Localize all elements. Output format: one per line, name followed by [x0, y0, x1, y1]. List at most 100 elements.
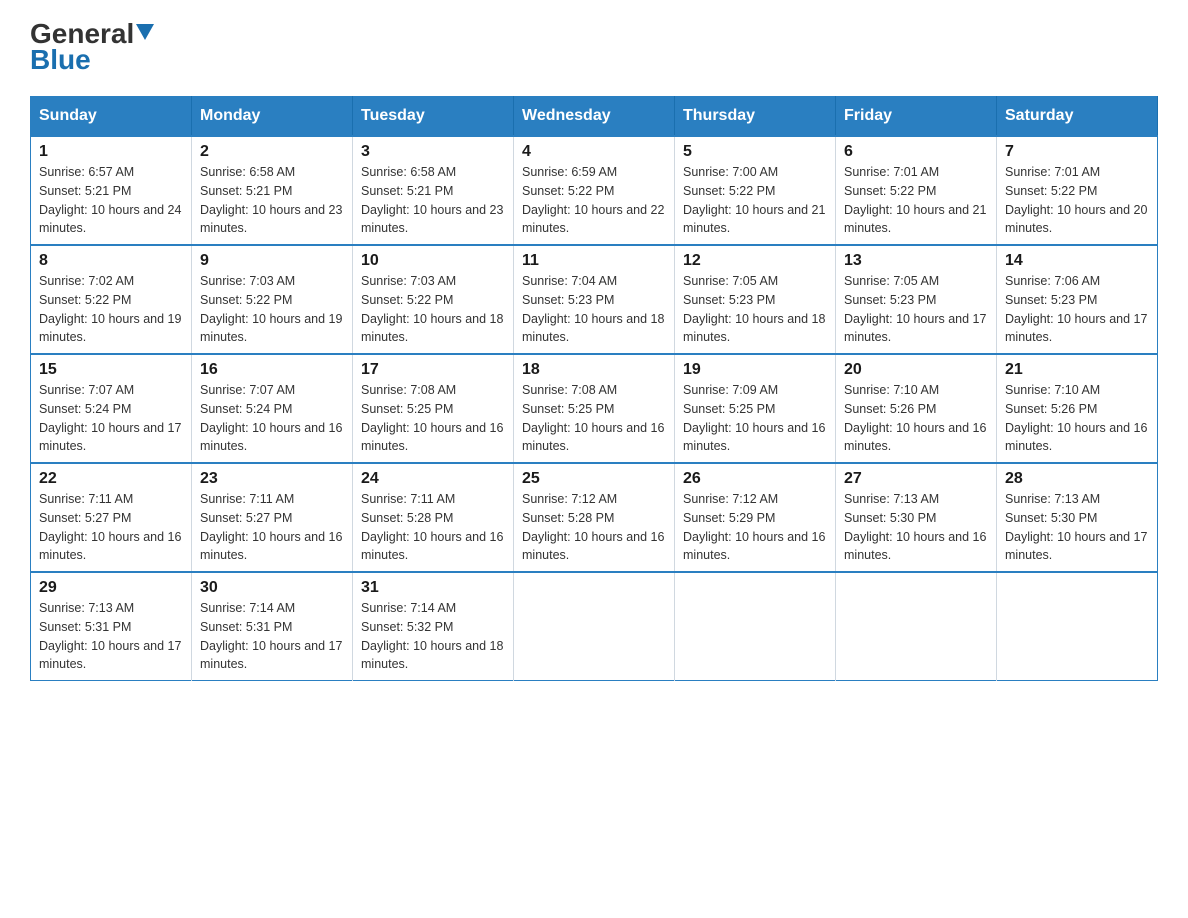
- column-header-thursday: Thursday: [675, 97, 836, 137]
- week-row-5: 29 Sunrise: 7:13 AM Sunset: 5:31 PM Dayl…: [31, 572, 1158, 681]
- day-info: Sunrise: 7:00 AM Sunset: 5:22 PM Dayligh…: [683, 163, 827, 238]
- page-header: General Blue: [30, 20, 1158, 76]
- calendar-cell: 11 Sunrise: 7:04 AM Sunset: 5:23 PM Dayl…: [514, 245, 675, 354]
- day-number: 14: [1005, 252, 1149, 270]
- day-info: Sunrise: 7:10 AM Sunset: 5:26 PM Dayligh…: [1005, 381, 1149, 456]
- day-number: 28: [1005, 470, 1149, 488]
- day-info: Sunrise: 7:10 AM Sunset: 5:26 PM Dayligh…: [844, 381, 988, 456]
- calendar-cell: [836, 572, 997, 681]
- day-number: 9: [200, 252, 344, 270]
- calendar-cell: 30 Sunrise: 7:14 AM Sunset: 5:31 PM Dayl…: [192, 572, 353, 681]
- day-info: Sunrise: 6:57 AM Sunset: 5:21 PM Dayligh…: [39, 163, 183, 238]
- day-number: 21: [1005, 361, 1149, 379]
- column-header-saturday: Saturday: [997, 97, 1158, 137]
- calendar-cell: 22 Sunrise: 7:11 AM Sunset: 5:27 PM Dayl…: [31, 463, 192, 572]
- day-info: Sunrise: 6:59 AM Sunset: 5:22 PM Dayligh…: [522, 163, 666, 238]
- day-number: 22: [39, 470, 183, 488]
- day-info: Sunrise: 7:14 AM Sunset: 5:32 PM Dayligh…: [361, 599, 505, 674]
- calendar-body: 1 Sunrise: 6:57 AM Sunset: 5:21 PM Dayli…: [31, 136, 1158, 681]
- calendar-cell: 28 Sunrise: 7:13 AM Sunset: 5:30 PM Dayl…: [997, 463, 1158, 572]
- calendar-cell: 25 Sunrise: 7:12 AM Sunset: 5:28 PM Dayl…: [514, 463, 675, 572]
- day-number: 13: [844, 252, 988, 270]
- week-row-2: 8 Sunrise: 7:02 AM Sunset: 5:22 PM Dayli…: [31, 245, 1158, 354]
- calendar-cell: 12 Sunrise: 7:05 AM Sunset: 5:23 PM Dayl…: [675, 245, 836, 354]
- calendar-cell: 21 Sunrise: 7:10 AM Sunset: 5:26 PM Dayl…: [997, 354, 1158, 463]
- day-number: 4: [522, 143, 666, 161]
- column-header-monday: Monday: [192, 97, 353, 137]
- calendar-cell: 18 Sunrise: 7:08 AM Sunset: 5:25 PM Dayl…: [514, 354, 675, 463]
- day-info: Sunrise: 7:04 AM Sunset: 5:23 PM Dayligh…: [522, 272, 666, 347]
- day-info: Sunrise: 7:11 AM Sunset: 5:27 PM Dayligh…: [39, 490, 183, 565]
- calendar-cell: 23 Sunrise: 7:11 AM Sunset: 5:27 PM Dayl…: [192, 463, 353, 572]
- calendar-cell: 29 Sunrise: 7:13 AM Sunset: 5:31 PM Dayl…: [31, 572, 192, 681]
- day-number: 27: [844, 470, 988, 488]
- day-info: Sunrise: 7:11 AM Sunset: 5:28 PM Dayligh…: [361, 490, 505, 565]
- calendar-cell: [675, 572, 836, 681]
- calendar-cell: 15 Sunrise: 7:07 AM Sunset: 5:24 PM Dayl…: [31, 354, 192, 463]
- day-number: 11: [522, 252, 666, 270]
- day-number: 30: [200, 579, 344, 597]
- day-number: 3: [361, 143, 505, 161]
- day-number: 5: [683, 143, 827, 161]
- day-info: Sunrise: 7:12 AM Sunset: 5:29 PM Dayligh…: [683, 490, 827, 565]
- day-info: Sunrise: 7:12 AM Sunset: 5:28 PM Dayligh…: [522, 490, 666, 565]
- logo: General Blue: [30, 20, 154, 76]
- day-number: 23: [200, 470, 344, 488]
- calendar-cell: 19 Sunrise: 7:09 AM Sunset: 5:25 PM Dayl…: [675, 354, 836, 463]
- day-info: Sunrise: 7:01 AM Sunset: 5:22 PM Dayligh…: [844, 163, 988, 238]
- day-number: 26: [683, 470, 827, 488]
- day-info: Sunrise: 7:11 AM Sunset: 5:27 PM Dayligh…: [200, 490, 344, 565]
- day-number: 10: [361, 252, 505, 270]
- day-info: Sunrise: 6:58 AM Sunset: 5:21 PM Dayligh…: [361, 163, 505, 238]
- day-info: Sunrise: 7:03 AM Sunset: 5:22 PM Dayligh…: [361, 272, 505, 347]
- day-number: 8: [39, 252, 183, 270]
- calendar-cell: 7 Sunrise: 7:01 AM Sunset: 5:22 PM Dayli…: [997, 136, 1158, 245]
- day-number: 31: [361, 579, 505, 597]
- day-info: Sunrise: 7:05 AM Sunset: 5:23 PM Dayligh…: [844, 272, 988, 347]
- day-number: 2: [200, 143, 344, 161]
- column-header-tuesday: Tuesday: [353, 97, 514, 137]
- calendar-cell: 20 Sunrise: 7:10 AM Sunset: 5:26 PM Dayl…: [836, 354, 997, 463]
- day-number: 18: [522, 361, 666, 379]
- week-row-1: 1 Sunrise: 6:57 AM Sunset: 5:21 PM Dayli…: [31, 136, 1158, 245]
- calendar-cell: 3 Sunrise: 6:58 AM Sunset: 5:21 PM Dayli…: [353, 136, 514, 245]
- column-header-friday: Friday: [836, 97, 997, 137]
- day-info: Sunrise: 7:13 AM Sunset: 5:30 PM Dayligh…: [844, 490, 988, 565]
- calendar-header-row: SundayMondayTuesdayWednesdayThursdayFrid…: [31, 97, 1158, 137]
- day-info: Sunrise: 7:08 AM Sunset: 5:25 PM Dayligh…: [361, 381, 505, 456]
- week-row-4: 22 Sunrise: 7:11 AM Sunset: 5:27 PM Dayl…: [31, 463, 1158, 572]
- calendar-cell: 1 Sunrise: 6:57 AM Sunset: 5:21 PM Dayli…: [31, 136, 192, 245]
- day-info: Sunrise: 7:09 AM Sunset: 5:25 PM Dayligh…: [683, 381, 827, 456]
- calendar-cell: 4 Sunrise: 6:59 AM Sunset: 5:22 PM Dayli…: [514, 136, 675, 245]
- calendar-cell: 10 Sunrise: 7:03 AM Sunset: 5:22 PM Dayl…: [353, 245, 514, 354]
- day-info: Sunrise: 7:14 AM Sunset: 5:31 PM Dayligh…: [200, 599, 344, 674]
- calendar-table: SundayMondayTuesdayWednesdayThursdayFrid…: [30, 96, 1158, 681]
- day-number: 12: [683, 252, 827, 270]
- calendar-cell: 8 Sunrise: 7:02 AM Sunset: 5:22 PM Dayli…: [31, 245, 192, 354]
- week-row-3: 15 Sunrise: 7:07 AM Sunset: 5:24 PM Dayl…: [31, 354, 1158, 463]
- day-info: Sunrise: 7:07 AM Sunset: 5:24 PM Dayligh…: [39, 381, 183, 456]
- day-info: Sunrise: 7:08 AM Sunset: 5:25 PM Dayligh…: [522, 381, 666, 456]
- day-number: 19: [683, 361, 827, 379]
- day-number: 29: [39, 579, 183, 597]
- day-number: 16: [200, 361, 344, 379]
- logo-triangle-icon: [136, 24, 154, 40]
- day-info: Sunrise: 7:07 AM Sunset: 5:24 PM Dayligh…: [200, 381, 344, 456]
- day-info: Sunrise: 7:03 AM Sunset: 5:22 PM Dayligh…: [200, 272, 344, 347]
- calendar-cell: 31 Sunrise: 7:14 AM Sunset: 5:32 PM Dayl…: [353, 572, 514, 681]
- calendar-cell: 24 Sunrise: 7:11 AM Sunset: 5:28 PM Dayl…: [353, 463, 514, 572]
- day-number: 1: [39, 143, 183, 161]
- day-number: 17: [361, 361, 505, 379]
- calendar-cell: 5 Sunrise: 7:00 AM Sunset: 5:22 PM Dayli…: [675, 136, 836, 245]
- day-info: Sunrise: 7:13 AM Sunset: 5:31 PM Dayligh…: [39, 599, 183, 674]
- calendar-cell: 17 Sunrise: 7:08 AM Sunset: 5:25 PM Dayl…: [353, 354, 514, 463]
- day-info: Sunrise: 6:58 AM Sunset: 5:21 PM Dayligh…: [200, 163, 344, 238]
- calendar-cell: 26 Sunrise: 7:12 AM Sunset: 5:29 PM Dayl…: [675, 463, 836, 572]
- day-number: 15: [39, 361, 183, 379]
- column-header-sunday: Sunday: [31, 97, 192, 137]
- column-header-wednesday: Wednesday: [514, 97, 675, 137]
- calendar-cell: 13 Sunrise: 7:05 AM Sunset: 5:23 PM Dayl…: [836, 245, 997, 354]
- calendar-cell: 16 Sunrise: 7:07 AM Sunset: 5:24 PM Dayl…: [192, 354, 353, 463]
- day-number: 6: [844, 143, 988, 161]
- day-info: Sunrise: 7:05 AM Sunset: 5:23 PM Dayligh…: [683, 272, 827, 347]
